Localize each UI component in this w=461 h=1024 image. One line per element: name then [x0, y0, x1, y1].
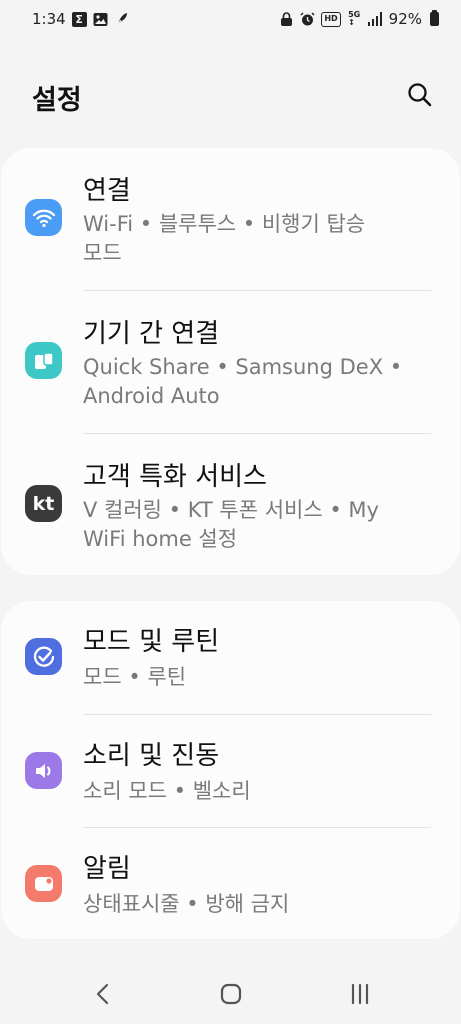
home-icon — [220, 983, 242, 1005]
item-subtitle-line2: Android Auto — [83, 384, 220, 408]
item-subtitle: 모드 • 루틴 — [83, 665, 187, 689]
battery-icon — [430, 10, 439, 26]
item-title: 고객 특화 서비스 — [83, 462, 267, 492]
feather-icon — [114, 12, 129, 27]
5g-icon: 5G ↕ — [348, 10, 361, 27]
speaker-icon — [25, 752, 62, 789]
item-subtitle: V 컬러링 • KT 투폰 서비스 • My WiFi home 설정 — [83, 496, 428, 554]
item-subtitle: 소리 모드 • 벨소리 — [83, 779, 251, 803]
devices-icon — [25, 342, 62, 379]
kt-icon: kt — [25, 485, 62, 522]
navigation-bar — [0, 960, 461, 1024]
home-button[interactable] — [216, 980, 246, 1008]
gallery-icon — [93, 12, 108, 27]
settings-item-notifications[interactable]: 알림 상태표시줄 • 방해 금지 — [1, 828, 460, 939]
recents-button[interactable] — [345, 980, 375, 1008]
kt-icon-text: kt — [32, 492, 55, 515]
back-icon — [96, 983, 109, 1005]
signal-icon — [368, 12, 383, 27]
header: 설정 — [0, 60, 461, 130]
status-time: 1:34 — [32, 10, 66, 28]
hd-icon: HD — [321, 11, 341, 27]
status-bar: 1:34 Σ HD 5G ↕ 92% — [0, 0, 461, 38]
item-subtitle: Wi-Fi • 블루투스 • 비행기 탑승 모드 — [83, 210, 428, 268]
alarm-lock-icon — [279, 11, 294, 27]
item-title: 연결 — [83, 176, 131, 206]
search-button[interactable] — [405, 80, 435, 110]
item-title: 소리 및 진동 — [83, 741, 220, 771]
settings-group-modes-sounds: 모드 및 루틴 모드 • 루틴 소리 및 진동 소리 모드 • 벨소리 알림 상… — [1, 601, 460, 939]
item-subtitle-line1: Wi-Fi • 블루투스 • 비행기 탑승 — [83, 212, 366, 236]
item-subtitle-line2: WiFi home 설정 — [83, 527, 238, 551]
status-bar-left: 1:34 Σ — [32, 10, 129, 28]
settings-item-device-connection[interactable]: 기기 간 연결 Quick Share • Samsung DeX • Andr… — [1, 291, 460, 433]
notification-icon — [25, 865, 62, 902]
recents-icon — [351, 983, 369, 1005]
settings-group-connections: 연결 Wi-Fi • 블루투스 • 비행기 탑승 모드 기기 간 연결 Quic… — [1, 148, 460, 575]
back-button[interactable] — [88, 980, 118, 1008]
battery-percent: 92% — [388, 10, 422, 28]
settings-item-sound-vibration[interactable]: 소리 및 진동 소리 모드 • 벨소리 — [1, 715, 460, 827]
status-bar-right: HD 5G ↕ 92% — [279, 10, 439, 28]
item-subtitle-line1: V 컬러링 • KT 투폰 서비스 • My — [83, 498, 379, 522]
item-title: 모드 및 루틴 — [83, 627, 220, 657]
settings-item-modes-routines[interactable]: 모드 및 루틴 모드 • 루틴 — [1, 601, 460, 714]
alarm-icon — [300, 11, 315, 27]
item-subtitle: 상태표시줄 • 방해 금지 — [83, 892, 290, 916]
search-icon — [408, 83, 432, 107]
item-subtitle-line1: Quick Share • Samsung DeX • — [83, 355, 403, 379]
wifi-icon — [25, 199, 62, 236]
item-subtitle: Quick Share • Samsung DeX • Android Auto — [83, 353, 428, 411]
item-title: 기기 간 연결 — [83, 319, 220, 349]
settings-item-customer-services[interactable]: kt 고객 특화 서비스 V 컬러링 • KT 투폰 서비스 • My WiFi… — [1, 434, 460, 575]
sigma-icon: Σ — [71, 11, 87, 27]
item-title: 알림 — [83, 854, 131, 884]
routine-check-icon — [25, 638, 62, 675]
settings-item-connections[interactable]: 연결 Wi-Fi • 블루투스 • 비행기 탑승 모드 — [1, 148, 460, 290]
page-title: 설정 — [32, 85, 82, 116]
item-subtitle-line2: 모드 — [83, 241, 122, 265]
